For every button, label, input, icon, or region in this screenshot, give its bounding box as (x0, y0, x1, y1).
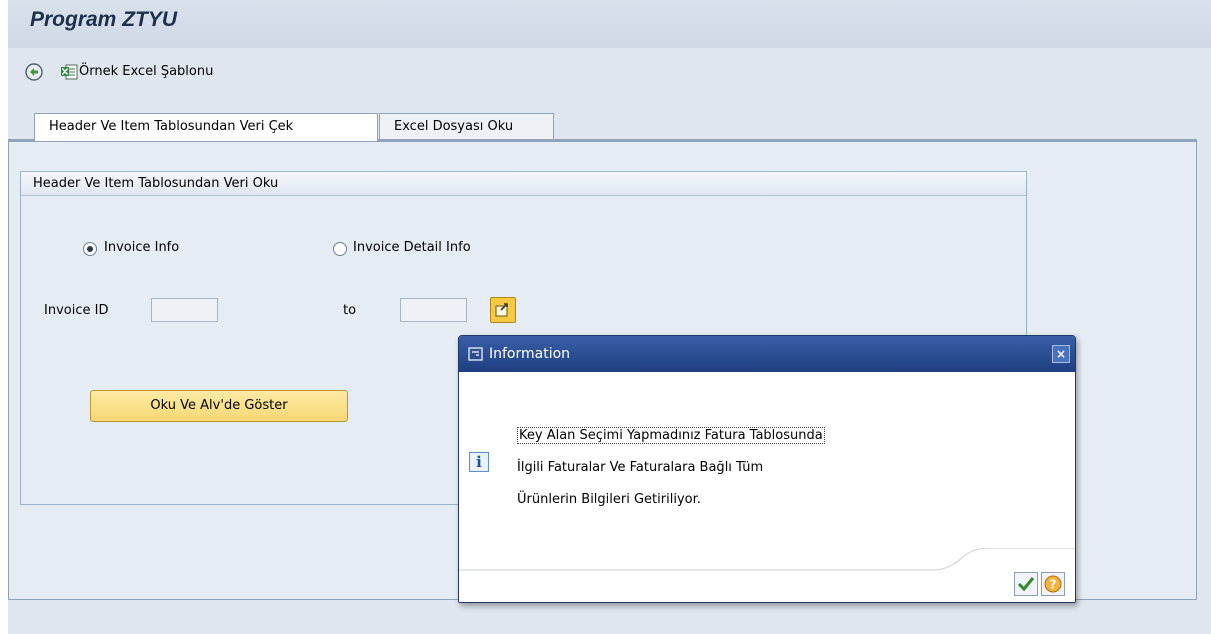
dialog-message-line-1: Key Alan Seçimi Yapmadınız Fatura Tablos… (517, 427, 825, 444)
close-icon[interactable]: × (1052, 345, 1070, 363)
dialog-message-line-3: Ürünlerin Bilgileri Getiriliyor. (517, 492, 701, 507)
invoice-id-to-input[interactable] (400, 298, 467, 322)
execute-icon[interactable] (24, 62, 44, 82)
info-icon: i (469, 452, 489, 472)
show-in-alv-button[interactable]: Oku Ve Alv'de Göster (90, 390, 348, 422)
dialog-message-line-2: İlgili Faturalar Ve Faturalara Bağlı Tüm (517, 460, 764, 475)
invoice-id-label: Invoice ID (44, 303, 109, 318)
radio-invoice-detail-info[interactable] (333, 242, 347, 256)
excel-template-button[interactable]: Örnek Excel Şablonu (79, 64, 213, 79)
radio-invoice-detail-label: Invoice Detail Info (353, 240, 471, 255)
dialog-body: i Key Alan Seçimi Yapmadınız Fatura Tabl… (459, 372, 1075, 604)
radio-invoice-info[interactable] (83, 242, 97, 256)
title-bar: Program ZTYU (8, 0, 1211, 48)
dialog-footer: ? (459, 548, 1075, 604)
help-button[interactable]: ? (1041, 572, 1065, 596)
multiple-selection-button[interactable] (490, 297, 516, 323)
help-icon: ? (1044, 575, 1062, 593)
dialog-window-icon (468, 347, 483, 361)
checkmark-icon (1017, 577, 1035, 592)
multiple-selection-icon (495, 303, 508, 317)
radio-invoice-info-label: Invoice Info (104, 240, 180, 255)
to-label: to (343, 303, 357, 318)
information-dialog: Information × i Key Alan Seçimi Yapmadın… (458, 335, 1076, 603)
ok-button[interactable] (1014, 572, 1038, 596)
svg-text:?: ? (1050, 578, 1057, 592)
dialog-title: Information (489, 346, 571, 362)
application-toolbar: Örnek Excel Şablonu (8, 48, 1211, 98)
tab-label: Excel Dosyası Oku (394, 119, 514, 134)
tab-label: Header Ve Item Tablosundan Veri Çek (49, 119, 294, 134)
tab-excel-file[interactable]: Excel Dosyası Oku (379, 113, 554, 140)
excel-icon[interactable] (59, 62, 79, 82)
group-title: Header Ve Item Tablosundan Veri Oku (21, 172, 1026, 196)
page-title: Program ZTYU (30, 8, 178, 31)
invoice-id-from-input[interactable] (151, 298, 218, 322)
dialog-title-bar: Information × (459, 336, 1075, 372)
tab-header-item[interactable]: Header Ve Item Tablosundan Veri Çek (34, 113, 378, 141)
footer-divider (459, 548, 1075, 571)
